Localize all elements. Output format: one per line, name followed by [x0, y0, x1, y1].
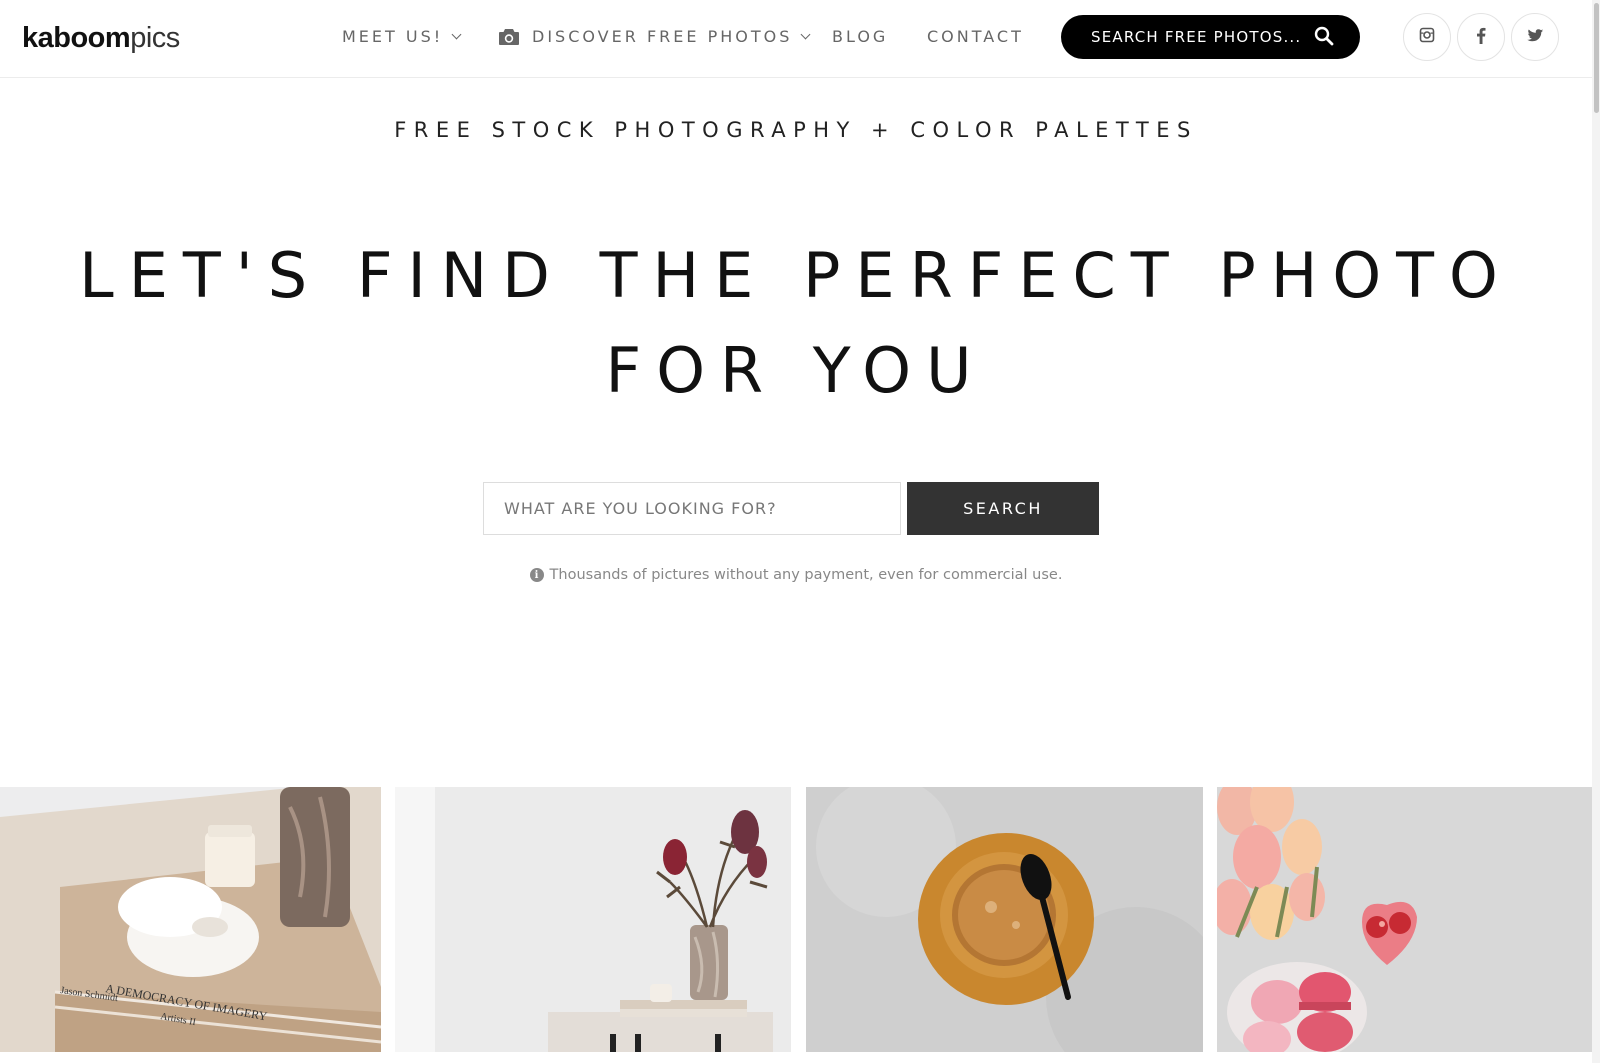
- info-icon: i: [529, 568, 544, 582]
- logo-light-text: pics: [130, 22, 180, 54]
- nav-contact[interactable]: CONTACT: [927, 27, 1024, 46]
- header-search-button[interactable]: SEARCH FREE PHOTOS...: [1061, 15, 1360, 59]
- chevron-down-icon: [800, 29, 811, 40]
- nav-discover-free-photos[interactable]: DISCOVER FREE PHOTOS: [498, 27, 811, 46]
- photo-tulips-macarons: [1217, 787, 1592, 1052]
- photo-protea-vase-table: [395, 787, 791, 1052]
- hero-headline-line2: FOR YOU: [605, 334, 987, 407]
- nav-blog[interactable]: BLOG: [832, 27, 888, 46]
- photo-coffee-cup: [806, 787, 1203, 1052]
- header-search-label: SEARCH FREE PHOTOS...: [1091, 28, 1302, 46]
- camera-icon: [498, 28, 520, 46]
- page-scrollbar[interactable]: [1592, 0, 1600, 1063]
- hero-search-form: SEARCH: [483, 482, 1099, 535]
- site-tagline: FREE STOCK PHOTOGRAPHY + COLOR PALETTES: [394, 118, 1198, 142]
- logo-bold-text: kaboom: [22, 22, 131, 54]
- hero-search-input[interactable]: [483, 482, 901, 535]
- twitter-icon: [1526, 28, 1544, 47]
- photo-card-4[interactable]: [1217, 787, 1592, 1052]
- scrollbar-thumb[interactable]: [1594, 3, 1599, 113]
- photo-marble-bowl-books: Jason Schmidt A DEMOCRACY OF IMAGERY Art…: [0, 787, 381, 1052]
- hero-search-button[interactable]: SEARCH: [907, 482, 1099, 535]
- info-text: Thousands of pictures without any paymen…: [549, 567, 1063, 583]
- facebook-icon: [1476, 27, 1486, 48]
- photo-card-1[interactable]: Jason Schmidt A DEMOCRACY OF IMAGERY Art…: [0, 787, 381, 1052]
- chevron-down-icon: [451, 29, 462, 40]
- photo-card-2[interactable]: [395, 787, 791, 1052]
- nav-discover-label: DISCOVER FREE PHOTOS: [532, 27, 793, 46]
- site-logo[interactable]: kaboompics: [22, 22, 180, 55]
- twitter-link[interactable]: [1511, 13, 1559, 61]
- nav-contact-label: CONTACT: [927, 27, 1024, 46]
- info-note: i Thousands of pictures without any paym…: [0, 567, 1592, 583]
- instagram-link[interactable]: [1403, 13, 1451, 61]
- hero-headline: LET'S FIND THE PERFECT PHOTO FOR YOU: [0, 228, 1592, 418]
- nav-meet-us[interactable]: MEET US!: [342, 27, 462, 46]
- site-header: kaboompics MEET US! DISCOVER FREE PHOTOS…: [0, 0, 1592, 78]
- instagram-icon: [1419, 27, 1435, 47]
- search-icon: [1314, 26, 1334, 50]
- facebook-link[interactable]: [1457, 13, 1505, 61]
- photo-card-3[interactable]: [806, 787, 1203, 1052]
- nav-blog-label: BLOG: [832, 27, 889, 46]
- nav-meet-us-label: MEET US!: [342, 27, 444, 46]
- hero-headline-line1: LET'S FIND THE PERFECT PHOTO: [79, 239, 1513, 312]
